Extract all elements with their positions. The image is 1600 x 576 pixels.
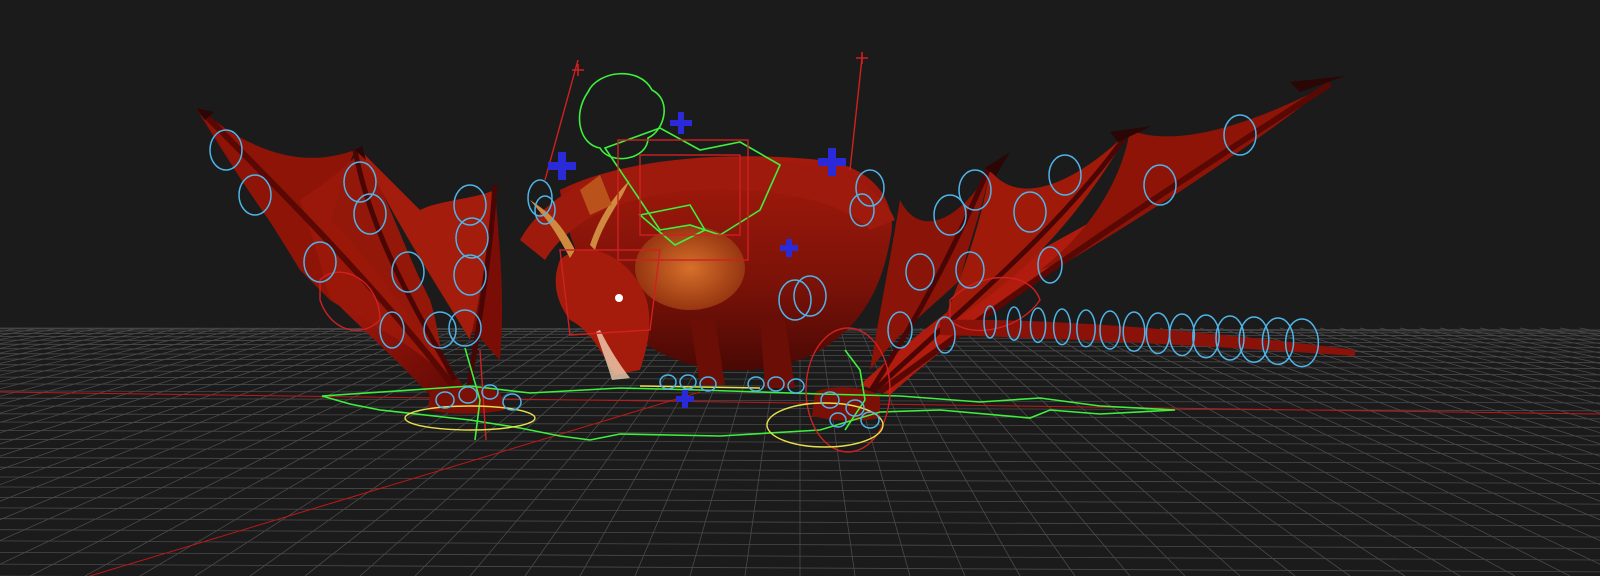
grid-line [1299, 327, 1600, 414]
grid-line [1339, 327, 1600, 397]
ground-grid [0, 327, 1600, 576]
dragon-mesh[interactable] [196, 76, 1355, 421]
grid-line [1559, 327, 1600, 336]
3d-viewport[interactable] [0, 0, 1600, 576]
grid-line [1359, 327, 1600, 390]
grid-line [1179, 327, 1600, 486]
grid-line [1279, 327, 1600, 423]
grid-line [1379, 327, 1600, 383]
grid-line [1119, 327, 1600, 542]
grid-line [1439, 327, 1600, 364]
grid-line [0, 327, 41, 336]
grid-line [1079, 327, 1571, 576]
viewport-canvas[interactable] [0, 0, 1600, 576]
grid-line [1219, 327, 1600, 457]
